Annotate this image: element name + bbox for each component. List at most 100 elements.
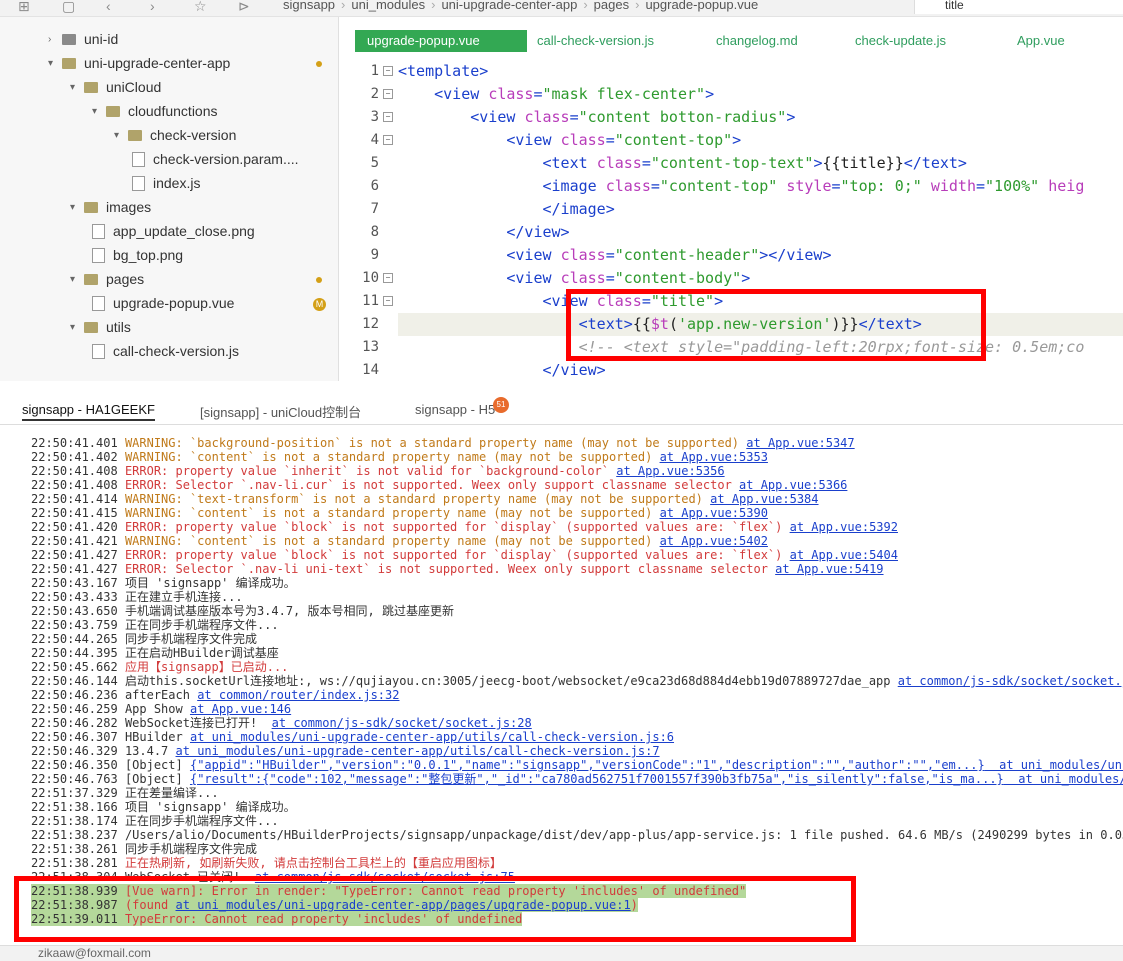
- chevron-down-icon[interactable]: ▾: [70, 322, 84, 333]
- folder-icon: [84, 81, 98, 93]
- console-message: 正在建立手机连接...: [124, 590, 243, 604]
- console-link[interactable]: at common/js-sdk/socket/socket.js:28: [272, 716, 532, 730]
- code-line[interactable]: 9 <view class="content-header"></view>: [339, 244, 1123, 267]
- fold-toggle-icon[interactable]: −: [383, 135, 393, 145]
- breadcrumb-item[interactable]: signsapp: [283, 0, 335, 12]
- tree-item[interactable]: bg_top.png: [92, 244, 183, 266]
- tree-item[interactable]: ▾ pages: [70, 268, 144, 290]
- tree-item[interactable]: app_update_close.png: [92, 220, 255, 242]
- chevron-down-icon[interactable]: ▾: [114, 130, 128, 141]
- tree-item[interactable]: ▾ cloudfunctions: [92, 100, 218, 122]
- new-file-icon[interactable]: ⊞: [18, 0, 30, 15]
- chevron-down-icon[interactable]: ▾: [70, 274, 84, 285]
- breadcrumb-item[interactable]: pages: [594, 0, 629, 12]
- tree-item[interactable]: call-check-version.js: [92, 340, 239, 362]
- fold-toggle-icon[interactable]: −: [383, 112, 393, 122]
- console-line: 22:50:41.420 ERROR: property value `bloc…: [31, 520, 898, 534]
- console-link[interactable]: at common/router/index.js:32: [197, 688, 399, 702]
- console-link[interactable]: at App.vue:5356: [616, 464, 724, 478]
- fold-toggle-icon[interactable]: −: [383, 89, 393, 99]
- tab-3[interactable]: changelog.md: [716, 30, 798, 52]
- tree-item[interactable]: ▾ images: [70, 196, 151, 218]
- code-line[interactable]: 1− <template>: [339, 60, 1123, 83]
- chevron-down-icon[interactable]: ▾: [92, 106, 106, 117]
- modified-dot: [316, 61, 322, 67]
- fold-toggle-icon[interactable]: −: [383, 66, 393, 76]
- chevron-down-icon[interactable]: ▾: [70, 82, 84, 93]
- tab-2[interactable]: call-check-version.js: [537, 30, 654, 52]
- code-line[interactable]: 4− <view class="content-top">: [339, 129, 1123, 152]
- tree-item[interactable]: ▾ uni-upgrade-center-app: [48, 52, 230, 74]
- tab-4[interactable]: check-update.js: [855, 30, 946, 52]
- console-link[interactable]: at App.vue:5384: [710, 492, 818, 506]
- tree-item[interactable]: upgrade-popup.vue: [92, 292, 234, 314]
- search-value[interactable]: title: [945, 0, 964, 12]
- console-link[interactable]: at uni_modules/uni-upgrade-center-app/ut…: [190, 730, 674, 744]
- code-token: =: [569, 108, 579, 126]
- breadcrumb-item[interactable]: uni-upgrade-center-app: [441, 0, 577, 12]
- console-link[interactable]: at App.vue:5347: [746, 436, 854, 450]
- console-message: 项目 'signsapp' 编译成功。: [124, 576, 296, 590]
- console-link[interactable]: at App.vue:5419: [775, 562, 883, 576]
- code-line[interactable]: 8 </view>: [339, 221, 1123, 244]
- console-line: 22:50:41.427 ERROR: property value `bloc…: [31, 548, 898, 562]
- fold-toggle-icon[interactable]: −: [383, 296, 393, 306]
- code-line[interactable]: 10− <view class="content-body">: [339, 267, 1123, 290]
- chevron-down-icon[interactable]: ▾: [48, 58, 62, 69]
- code-token: "mask flex-center": [542, 85, 706, 103]
- console-link[interactable]: at App.vue:5366: [739, 478, 847, 492]
- console-line: 22:51:38.166 项目 'signsapp' 编译成功。: [31, 800, 296, 814]
- code-line[interactable]: 6 <image class="content-top" style="top:…: [339, 175, 1123, 198]
- chevron-down-icon[interactable]: ▾: [70, 202, 84, 213]
- tree-item[interactable]: ▾ uniCloud: [70, 76, 161, 98]
- tab-5[interactable]: App.vue: [1017, 30, 1065, 52]
- tree-item[interactable]: ▾ utils: [70, 316, 131, 338]
- search-input[interactable]: title: [914, 0, 1123, 14]
- forward-arrow-icon[interactable]: ›: [150, 0, 155, 14]
- breadcrumb-item[interactable]: upgrade-popup.vue: [645, 0, 758, 12]
- tree-item[interactable]: › uni-id: [48, 28, 118, 50]
- tab-1[interactable]: upgrade-popup.vue: [355, 30, 527, 52]
- console-tail[interactable]: at uni_modules/: [1004, 772, 1123, 786]
- console-link[interactable]: at App.vue:5353: [660, 450, 768, 464]
- console-link[interactable]: at App.vue:146: [190, 702, 291, 716]
- console-tab-2[interactable]: [signsapp] - uniCloud控制台: [200, 402, 361, 421]
- fold-toggle-icon[interactable]: −: [383, 273, 393, 283]
- console-tab-1[interactable]: signsapp - HA1GEEKF: [22, 402, 155, 421]
- star-icon[interactable]: ☆: [194, 0, 207, 15]
- console-link[interactable]: at App.vue:5392: [790, 520, 898, 534]
- code-line[interactable]: 5 <text class="content-top-text">{{title…: [339, 152, 1123, 175]
- console-line: 22:50:46.329 13.4.7 at uni_modules/uni-u…: [31, 744, 660, 758]
- console-link[interactable]: {"result":{"code":102,"message":"整包更新","…: [190, 772, 1004, 786]
- console-link[interactable]: at App.vue:5404: [790, 548, 898, 562]
- line-number: 2: [370, 86, 379, 102]
- console-link[interactable]: {"appid":"HBuilder","version":"0.0.1","n…: [190, 758, 985, 772]
- chevron-right-icon[interactable]: ›: [48, 34, 62, 45]
- code-line[interactable]: 3− <view class="content botton-radius">: [339, 106, 1123, 129]
- console-link[interactable]: at App.vue:5402: [660, 534, 768, 548]
- line-number: 11: [362, 293, 379, 309]
- code-line[interactable]: 7 </image>: [339, 198, 1123, 221]
- tree-item[interactable]: index.js: [132, 172, 200, 194]
- console-line: 22:50:44.265 同步手机端程序文件完成: [31, 632, 257, 646]
- console-message: 应用【signsapp】已启动...: [124, 660, 289, 674]
- console-link[interactable]: at uni_modules/uni-upgrade-center-app/ut…: [176, 744, 660, 758]
- tree-item[interactable]: check-version.param....: [132, 148, 299, 170]
- breadcrumb-item[interactable]: uni_modules: [351, 0, 425, 12]
- console-tail[interactable]: at uni_modules/uni: [985, 758, 1123, 772]
- code-token: <view: [434, 85, 489, 103]
- tree-item-label: index.js: [153, 175, 201, 191]
- console-link[interactable]: at common/js-sdk/socket/socket.j: [898, 674, 1123, 688]
- console-tab-3[interactable]: signsapp - H5: [415, 402, 495, 417]
- console-badge: 51: [493, 397, 509, 413]
- code-line[interactable]: 14 </view>: [339, 359, 1123, 381]
- back-arrow-icon[interactable]: ‹: [106, 0, 111, 14]
- code-line[interactable]: 2− <view class="mask flex-center">: [339, 83, 1123, 106]
- run-icon[interactable]: ⊳: [238, 0, 250, 15]
- console-link[interactable]: at App.vue:5390: [660, 506, 768, 520]
- breadcrumb-separator: ›: [431, 0, 436, 12]
- save-icon[interactable]: ▢: [62, 0, 75, 15]
- tree-item[interactable]: ▾ check-version: [114, 124, 236, 146]
- code-text: <text class="content-top-text">{{title}}…: [398, 152, 967, 175]
